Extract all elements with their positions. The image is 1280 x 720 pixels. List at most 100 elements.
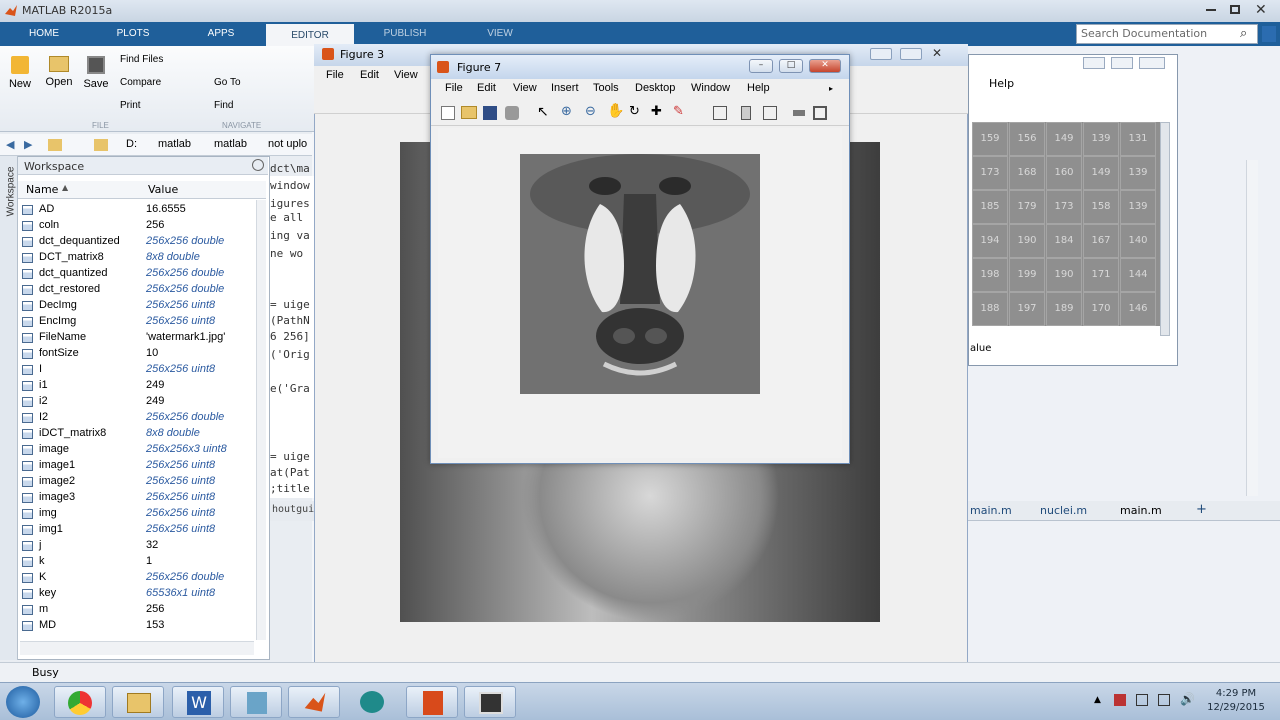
- editor-tab[interactable]: main.m: [970, 504, 1012, 517]
- code-line[interactable]: 6 256]: [270, 330, 310, 343]
- workspace-hscrollbar[interactable]: [20, 641, 254, 655]
- app-taskbar-button[interactable]: [230, 686, 282, 718]
- code-line[interactable]: ing va: [270, 229, 310, 242]
- tab-home[interactable]: HOME: [14, 22, 74, 46]
- hide-plot-tools-icon[interactable]: [793, 110, 805, 116]
- variable-grid-cell[interactable]: 188: [972, 292, 1008, 326]
- workspace-variable-row[interactable]: image3 256x256 uint8: [20, 490, 260, 506]
- variables-window-maximize[interactable]: [1111, 57, 1133, 69]
- variable-grid-cell[interactable]: 146: [1120, 292, 1156, 326]
- workspace-variable-row[interactable]: dct_dequantized 256x256 double: [20, 234, 260, 250]
- figure7-close-button[interactable]: ✕: [809, 59, 841, 73]
- variables-window-close[interactable]: [1139, 57, 1165, 69]
- workspace-variable-row[interactable]: dct_quantized 256x256 double: [20, 266, 260, 282]
- variables-help-menu[interactable]: Help: [989, 77, 1014, 90]
- word-taskbar-button[interactable]: W: [172, 686, 224, 718]
- matlab-taskbar-button[interactable]: [288, 686, 340, 718]
- video-taskbar-button[interactable]: [464, 686, 516, 718]
- code-line[interactable]: = uige: [270, 298, 310, 311]
- tab-publish[interactable]: PUBLISH: [360, 22, 450, 46]
- code-line[interactable]: ;title: [270, 482, 310, 495]
- minimize-icon[interactable]: [1206, 9, 1216, 11]
- workspace-variable-row[interactable]: k1: [20, 554, 260, 570]
- variable-grid-cell[interactable]: 144: [1120, 258, 1156, 292]
- find-button[interactable]: Find: [214, 100, 233, 111]
- variable-grid-cell[interactable]: 140: [1120, 224, 1156, 258]
- variables-window-minimize[interactable]: [1083, 57, 1105, 69]
- variable-grid-cell[interactable]: 139: [1120, 156, 1156, 190]
- volume-icon[interactable]: 🔊: [1180, 692, 1195, 706]
- find-files-button[interactable]: Find Files: [120, 54, 163, 65]
- code-line[interactable]: ne wo: [270, 247, 303, 260]
- save-button[interactable]: Save: [80, 56, 112, 90]
- legend-icon[interactable]: [763, 106, 777, 120]
- variable-grid-cell[interactable]: 194: [972, 224, 1008, 258]
- workspace-variable-row[interactable]: dct_restored 256x256 double: [20, 282, 260, 298]
- value-column-header[interactable]: Value: [148, 183, 178, 196]
- code-line[interactable]: igures: [270, 197, 310, 210]
- menu-overflow-icon[interactable]: ▸: [829, 84, 833, 93]
- back-icon[interactable]: ◀: [6, 138, 14, 151]
- workspace-variable-row[interactable]: MD 153: [20, 618, 260, 634]
- go-to-button[interactable]: Go To: [214, 77, 241, 88]
- tray-flag-icon[interactable]: [1114, 694, 1126, 706]
- new-figure-icon[interactable]: [441, 106, 455, 120]
- name-column-header[interactable]: Name: [26, 183, 58, 196]
- tray-device-icon[interactable]: [1136, 694, 1148, 706]
- chrome-taskbar-button[interactable]: [54, 686, 106, 718]
- variable-grid-cell[interactable]: 197: [1009, 292, 1045, 326]
- sort-ascending-icon[interactable]: ▲: [62, 183, 68, 192]
- code-line[interactable]: e all: [270, 211, 303, 224]
- menu-view[interactable]: View: [513, 82, 537, 94]
- variable-grid-cell[interactable]: 149: [1046, 122, 1082, 156]
- workspace-variable-row[interactable]: i2 249: [20, 394, 260, 410]
- show-plot-tools-icon[interactable]: [813, 106, 827, 120]
- print-figure-icon[interactable]: [505, 106, 519, 120]
- editor-tab-active[interactable]: main.m: [1120, 504, 1162, 517]
- code-line[interactable]: at(Pat: [270, 466, 310, 479]
- workspace-variable-row[interactable]: AD 16.6555: [20, 202, 260, 218]
- rotate-icon[interactable]: ↻: [629, 104, 640, 119]
- figure7-maximize-button[interactable]: □: [779, 59, 803, 73]
- figure3-minimize-button[interactable]: [870, 48, 892, 60]
- explorer-taskbar-button[interactable]: [112, 686, 164, 718]
- variable-grid-cell[interactable]: 131: [1120, 122, 1156, 156]
- tab-editor[interactable]: EDITOR: [266, 24, 354, 46]
- up-folder-icon[interactable]: [48, 139, 62, 151]
- variable-grid-cell[interactable]: 173: [972, 156, 1008, 190]
- maximize-icon[interactable]: [1230, 5, 1240, 14]
- variable-grid-cell[interactable]: 185: [972, 190, 1008, 224]
- menu-desktop[interactable]: Desktop: [635, 82, 675, 94]
- figure3-close-button[interactable]: ✕: [932, 46, 942, 60]
- tab-view[interactable]: VIEW: [462, 22, 538, 46]
- workspace-variable-row[interactable]: I 256x256 uint8: [20, 362, 260, 378]
- variable-grid-cell[interactable]: 199: [1009, 258, 1045, 292]
- menu-file[interactable]: File: [445, 82, 463, 94]
- variable-grid-cell[interactable]: 190: [1046, 258, 1082, 292]
- tray-expand-icon[interactable]: ▲: [1094, 695, 1101, 705]
- variable-grid-cell[interactable]: 173: [1046, 190, 1082, 224]
- workspace-menu-icon[interactable]: [252, 159, 264, 171]
- help-icon[interactable]: [1262, 26, 1276, 42]
- variable-grid-cell[interactable]: 160: [1046, 156, 1082, 190]
- variable-grid-cell[interactable]: 139: [1083, 122, 1119, 156]
- taskbar-clock[interactable]: 4:29 PM 12/29/2015: [1200, 687, 1272, 715]
- code-line[interactable]: (PathN: [270, 314, 310, 327]
- editor-tab-label[interactable]: houtgui: [272, 504, 314, 515]
- variable-grid-cell[interactable]: 171: [1083, 258, 1119, 292]
- open-button[interactable]: Open: [42, 56, 76, 88]
- variable-grid-cell[interactable]: 149: [1083, 156, 1119, 190]
- path-segment[interactable]: matlab: [158, 138, 191, 150]
- new-tab-button[interactable]: +: [1196, 502, 1207, 517]
- workspace-variable-row[interactable]: img1 256x256 uint8: [20, 522, 260, 538]
- workspace-variable-row[interactable]: I2 256x256 double: [20, 410, 260, 426]
- workspace-variable-row[interactable]: image2 256x256 uint8: [20, 474, 260, 490]
- workspace-variable-row[interactable]: DCT_matrix8 8x8 double: [20, 250, 260, 266]
- workspace-variable-row[interactable]: K 256x256 double: [20, 570, 260, 586]
- workspace-variable-row[interactable]: FileName 'watermark1.jpg': [20, 330, 260, 346]
- menu-edit[interactable]: Edit: [477, 82, 496, 94]
- menu-insert[interactable]: Insert: [551, 82, 579, 94]
- link-plot-icon[interactable]: [713, 106, 727, 120]
- menu-window[interactable]: Window: [691, 82, 730, 94]
- tab-plots[interactable]: PLOTS: [104, 22, 162, 46]
